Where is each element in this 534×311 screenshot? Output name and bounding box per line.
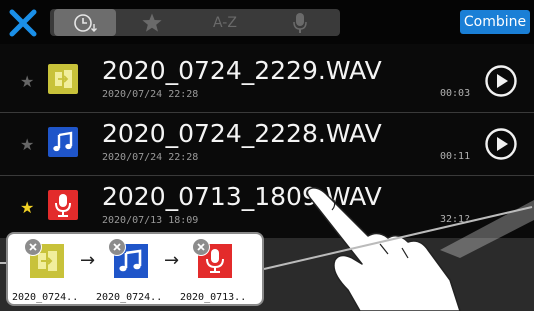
tab-date-sort[interactable] xyxy=(54,9,116,36)
combine-queue-panel: → → 2020_0724.. 2020_0724.. 2020_0713.. xyxy=(6,232,264,306)
tab-favorite-sort[interactable] xyxy=(122,9,182,36)
file-date: 2020/07/13 18:09 xyxy=(102,215,199,226)
queue-item-label: 2020_0713.. xyxy=(180,292,247,303)
file-date: 2020/07/24 22:28 xyxy=(102,152,199,163)
remove-icon[interactable] xyxy=(192,238,210,256)
file-duration: 00:11 xyxy=(440,151,471,162)
file-row[interactable]: ★ 2020_0724_2228.WAV 2020/07/24 22:28 00… xyxy=(0,113,534,176)
close-icon[interactable] xyxy=(8,8,38,38)
tab-mic-sort[interactable] xyxy=(265,9,335,36)
combine-button[interactable]: Combine xyxy=(460,10,530,34)
screen: A-Z Combine ★ 2020_0724_2229.WAV 2020/07… xyxy=(0,0,534,311)
file-row[interactable]: ★ 2020_0724_2229.WAV 2020/07/24 22:28 00… xyxy=(0,50,534,113)
file-name: 2020_0724_2229.WAV xyxy=(102,56,382,85)
microphone-icon xyxy=(48,190,78,220)
import-icon xyxy=(48,64,78,94)
microphone-icon xyxy=(293,12,307,33)
clock-down-icon xyxy=(74,13,97,32)
arrow-icon: → xyxy=(80,250,96,271)
play-icon[interactable] xyxy=(484,64,518,98)
star-icon xyxy=(142,13,162,32)
sort-bar: A-Z xyxy=(50,9,340,36)
name-sort-label: A-Z xyxy=(213,14,237,31)
music-note-icon xyxy=(48,127,78,157)
top-bar: A-Z Combine xyxy=(0,0,534,44)
file-date: 2020/07/24 22:28 xyxy=(102,89,199,100)
favorite-star-icon[interactable]: ★ xyxy=(20,198,34,217)
play-icon[interactable] xyxy=(484,127,518,161)
file-duration: 00:03 xyxy=(440,88,471,99)
file-name: 2020_0724_2228.WAV xyxy=(102,119,382,148)
arrow-icon: → xyxy=(164,250,180,271)
queue-item-label: 2020_0724.. xyxy=(12,292,79,303)
favorite-star-icon[interactable]: ★ xyxy=(20,72,34,91)
callout-line xyxy=(263,206,533,270)
favorite-star-icon[interactable]: ★ xyxy=(20,135,34,154)
queue-item-label: 2020_0724.. xyxy=(96,292,163,303)
remove-icon[interactable] xyxy=(24,238,42,256)
remove-icon[interactable] xyxy=(108,238,126,256)
tab-name-sort[interactable]: A-Z xyxy=(190,9,260,36)
